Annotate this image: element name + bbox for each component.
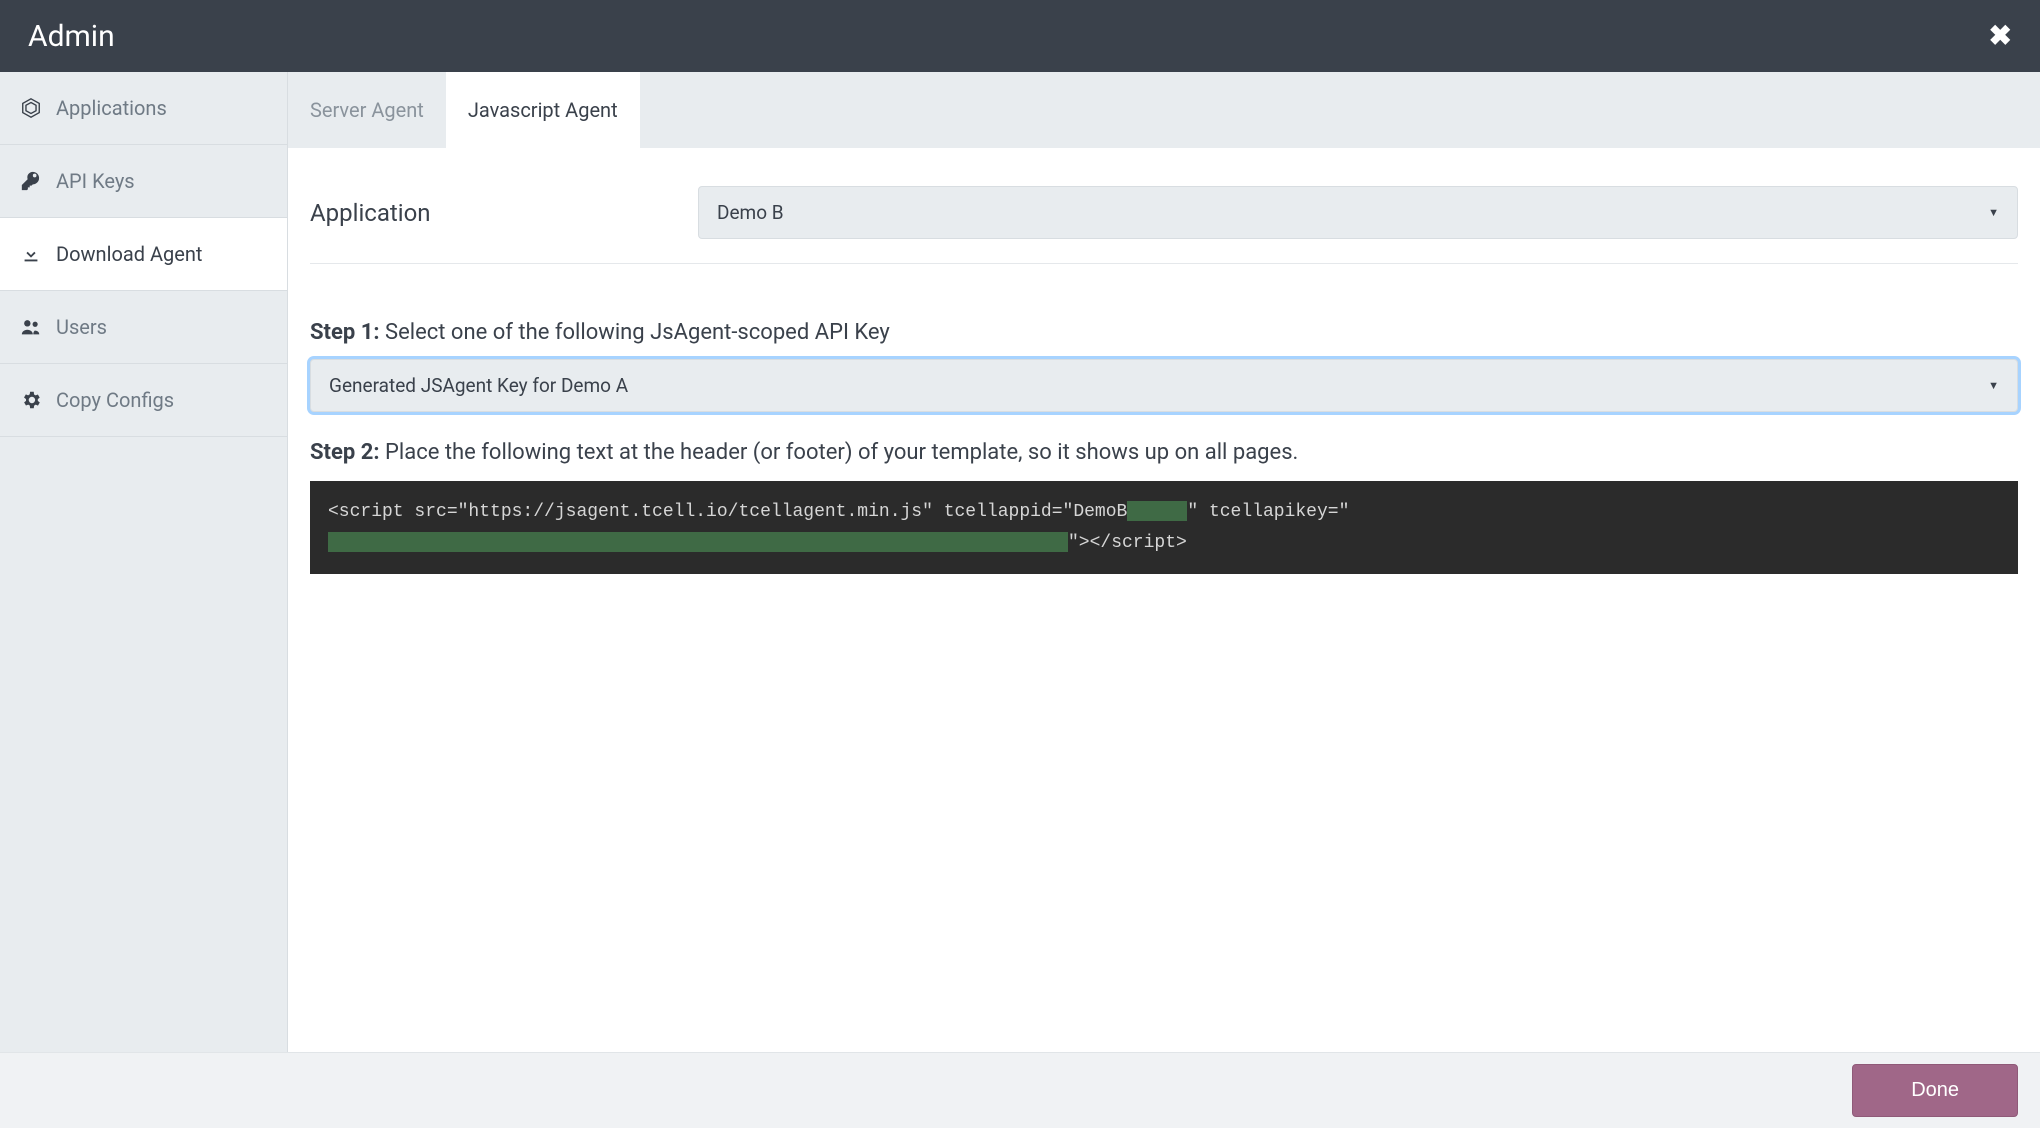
done-button[interactable]: Done [1852, 1064, 2018, 1117]
key-icon [20, 170, 42, 192]
sidebar-item-users[interactable]: Users [0, 291, 287, 364]
caret-down-icon: ▼ [1988, 206, 1999, 219]
step2-label: Step 2: [310, 440, 380, 465]
sidebar-item-applications[interactable]: Applications [0, 72, 287, 145]
hexagon-icon [20, 97, 42, 119]
redacted-appid [1127, 501, 1187, 521]
redacted-apikey [328, 532, 1068, 552]
tab-javascript-agent[interactable]: Javascript Agent [446, 72, 640, 148]
gear-icon [20, 389, 42, 411]
modal-title: Admin [28, 19, 115, 54]
step1-title: Step 1: Select one of the following JsAg… [310, 320, 2018, 345]
sidebar-item-label: Download Agent [56, 242, 202, 266]
modal-header: Admin ✖ [0, 0, 2040, 72]
api-key-select-value: Generated JSAgent Key for Demo A [329, 374, 628, 397]
application-select-value: Demo B [717, 201, 784, 224]
tab-content: Application Demo B ▼ Step 1: Select one … [288, 148, 2040, 1052]
users-icon [20, 316, 42, 338]
application-label: Application [310, 199, 698, 227]
code-suffix: "></script> [1068, 533, 1187, 553]
application-row: Application Demo B ▼ [310, 168, 2018, 264]
modal-body: Applications API Keys Download Agent [0, 72, 2040, 1052]
sidebar: Applications API Keys Download Agent [0, 72, 288, 1052]
step1-text: Select one of the following JsAgent-scop… [385, 320, 890, 345]
step1-block: Step 1: Select one of the following JsAg… [310, 320, 2018, 412]
main-panel: Server Agent Javascript Agent Applicatio… [288, 72, 2040, 1052]
tabbar: Server Agent Javascript Agent [288, 72, 2040, 148]
sidebar-item-label: Users [56, 315, 107, 339]
download-icon [20, 243, 42, 265]
sidebar-item-label: Applications [56, 96, 167, 120]
step2-title: Step 2: Place the following text at the … [310, 440, 2018, 465]
sidebar-item-label: API Keys [56, 169, 135, 193]
code-mid: " tcellapikey=" [1187, 502, 1349, 522]
sidebar-item-label: Copy Configs [56, 388, 174, 412]
step2-block: Step 2: Place the following text at the … [310, 440, 2018, 574]
application-select[interactable]: Demo B ▼ [698, 186, 2018, 239]
sidebar-item-copy-configs[interactable]: Copy Configs [0, 364, 287, 437]
code-prefix: <script src="https://jsagent.tcell.io/tc… [328, 502, 1127, 522]
close-icon[interactable]: ✖ [1989, 22, 2012, 50]
caret-down-icon: ▼ [1988, 379, 1999, 392]
tab-server-agent[interactable]: Server Agent [288, 72, 446, 148]
sidebar-item-download-agent[interactable]: Download Agent [0, 218, 287, 291]
code-snippet[interactable]: <script src="https://jsagent.tcell.io/tc… [310, 481, 2018, 574]
sidebar-item-api-keys[interactable]: API Keys [0, 145, 287, 218]
modal-footer: Done [0, 1052, 2040, 1128]
step1-label: Step 1: [310, 320, 380, 345]
step2-text: Place the following text at the header (… [385, 440, 1298, 465]
api-key-select[interactable]: Generated JSAgent Key for Demo A ▼ [310, 359, 2018, 412]
